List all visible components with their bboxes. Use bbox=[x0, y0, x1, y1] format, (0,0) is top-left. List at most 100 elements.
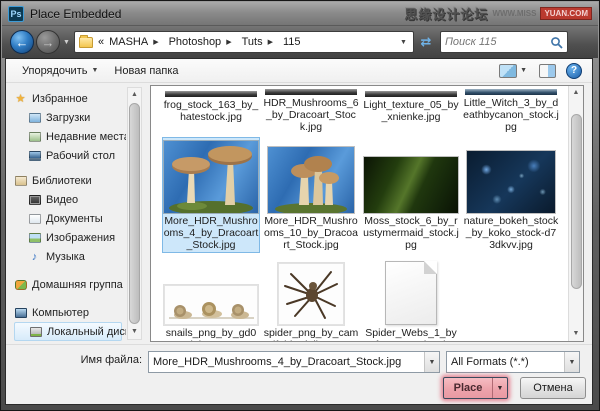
format-dropdown-icon[interactable]: ▼ bbox=[564, 352, 579, 372]
file-name: frog_stock_163_by_hatestock.jpg bbox=[163, 99, 259, 123]
preview-pane-icon[interactable] bbox=[539, 64, 556, 78]
thumbnail-cutoff bbox=[165, 91, 257, 97]
recent-pages-dropdown[interactable]: ▼ bbox=[63, 39, 70, 46]
file-item-spider[interactable]: spider_png_by_camelfobia-d5ilc3s.png bbox=[263, 258, 359, 342]
sidebar-item-music[interactable]: ♪ Музыка bbox=[14, 247, 126, 266]
sidebar-item-homegroup[interactable]: Домашняя группа bbox=[14, 275, 126, 294]
document-icon bbox=[385, 261, 437, 325]
breadcrumb-overflow[interactable]: « bbox=[98, 36, 104, 48]
sidebar-item-local-disk[interactable]: Локальный диск bbox=[14, 322, 122, 341]
sidebar-label: Загрузки bbox=[46, 112, 90, 124]
change-view-button[interactable]: ▼ bbox=[497, 62, 529, 80]
scroll-up-icon[interactable]: ▲ bbox=[131, 88, 138, 102]
cancel-button[interactable]: Отмена bbox=[520, 377, 586, 399]
place-embedded-dialog: Ps Place Embedded 思缘设计论坛 WWW.MISS YUAN.C… bbox=[0, 0, 600, 411]
search-box[interactable] bbox=[440, 31, 568, 53]
scrollbar-thumb[interactable] bbox=[571, 114, 582, 289]
file-list-scrollbar[interactable]: ▲ ▼ bbox=[568, 86, 583, 341]
moss-thumbnail bbox=[364, 157, 458, 213]
thumbnail-cutoff bbox=[465, 89, 557, 95]
search-input[interactable] bbox=[445, 36, 550, 48]
place-dropdown-icon[interactable]: ▼ bbox=[492, 378, 507, 398]
filename-dropdown-icon[interactable]: ▼ bbox=[424, 352, 439, 372]
watermark-cn-text: 思缘设计论坛 bbox=[404, 4, 488, 23]
watermark-url-red: YUAN.COM bbox=[540, 7, 592, 20]
file-item-moss[interactable]: Moss_stock_6_by_rustymermaid_stock.jpg bbox=[363, 138, 459, 252]
format-combobox[interactable]: All Formats (*.*) ▼ bbox=[446, 351, 580, 373]
back-button[interactable]: ← bbox=[10, 30, 34, 54]
mushrooms-thumbnail bbox=[164, 141, 258, 213]
filename-input[interactable] bbox=[149, 356, 424, 368]
sidebar-item-recent-places[interactable]: Недавние места bbox=[14, 127, 126, 146]
file-name: HDR_Mushrooms_6_by_Dracoart_Stock.jpg bbox=[263, 97, 359, 133]
file-item-snails[interactable]: snails_png_by_gd08-d3ioxq6.png bbox=[163, 258, 259, 342]
views-icon bbox=[499, 64, 517, 78]
breadcrumb-masha[interactable]: MASHA bbox=[109, 36, 148, 48]
scroll-up-icon[interactable]: ▲ bbox=[573, 86, 580, 100]
scroll-down-icon[interactable]: ▼ bbox=[131, 325, 138, 339]
dialog-content: Упорядочить ▼ Новая папка ▼ ? ★ Избранно… bbox=[5, 58, 593, 405]
recent-places-icon bbox=[29, 132, 41, 142]
star-icon: ★ bbox=[14, 92, 27, 105]
photoshop-app-icon: Ps bbox=[8, 6, 24, 22]
sidebar-item-libraries[interactable]: Библиотеки bbox=[14, 171, 126, 190]
sidebar-label: Изображения bbox=[46, 232, 115, 244]
file-name: Moss_stock_6_by_rustymermaid_stock.jpg bbox=[363, 215, 459, 251]
filename-label: Имя файла: bbox=[6, 354, 142, 366]
sidebar-label: Локальный диск bbox=[47, 326, 126, 338]
music-icon: ♪ bbox=[28, 250, 41, 263]
place-button[interactable]: Place bbox=[444, 378, 492, 398]
breadcrumb-photoshop[interactable]: Photoshop bbox=[169, 36, 222, 48]
views-caret-icon: ▼ bbox=[520, 67, 527, 74]
file-list: frog_stock_163_by_hatestock.jpg HDR_Mush… bbox=[150, 85, 584, 342]
sidebar-item-computer[interactable]: Компьютер bbox=[14, 303, 126, 322]
dialog-footer: Имя файла: ▼ All Formats (*.*) ▼ Place ▼… bbox=[6, 344, 592, 404]
disk-icon bbox=[30, 327, 42, 337]
sidebar-item-video[interactable]: Видео bbox=[14, 190, 126, 209]
sidebar-scrollbar[interactable]: ▲ ▼ bbox=[127, 87, 142, 340]
sidebar-item-downloads[interactable]: Загрузки bbox=[14, 108, 126, 127]
sidebar-item-desktop[interactable]: Рабочий стол bbox=[14, 146, 126, 165]
help-icon[interactable]: ? bbox=[566, 63, 582, 79]
breadcrumb-separator-icon: ▶ bbox=[226, 38, 231, 46]
scroll-down-icon[interactable]: ▼ bbox=[573, 327, 580, 341]
file-item-spider-webs-abr[interactable]: Spider_Webs_1_by_frozenstocks.abr bbox=[363, 258, 459, 342]
format-value: All Formats (*.*) bbox=[447, 356, 564, 368]
sidebar-item-documents[interactable]: Документы bbox=[14, 209, 126, 228]
address-dropdown-icon[interactable]: ▼ bbox=[398, 39, 409, 46]
scrollbar-thumb[interactable] bbox=[129, 103, 140, 324]
file-item-little-witch[interactable]: Little_Witch_3_by_deathbycanon_stock.jpg bbox=[463, 88, 559, 132]
sidebar-label: Домашняя группа bbox=[32, 279, 123, 291]
sidebar-item-pictures[interactable]: Изображения bbox=[14, 228, 126, 247]
refresh-button[interactable]: ⇄ bbox=[416, 31, 436, 53]
breadcrumb-115[interactable]: 115 bbox=[283, 36, 301, 48]
desktop-icon bbox=[29, 151, 41, 161]
thumbnail-cutoff bbox=[365, 91, 457, 97]
new-folder-button[interactable]: Новая папка bbox=[106, 62, 186, 80]
file-name: Spider_Webs_1_by_frozenstocks.abr bbox=[363, 327, 459, 342]
organize-button[interactable]: Упорядочить ▼ bbox=[14, 62, 106, 80]
breadcrumb-separator-icon: ▶ bbox=[153, 38, 158, 46]
breadcrumb-separator-icon: ▶ bbox=[268, 38, 273, 46]
place-split-button[interactable]: Place ▼ bbox=[443, 377, 508, 399]
file-item-hdr-mushrooms-6[interactable]: HDR_Mushrooms_6_by_Dracoart_Stock.jpg bbox=[263, 88, 359, 132]
libraries-icon bbox=[15, 176, 27, 186]
forward-arrow-icon: → bbox=[42, 35, 55, 50]
file-item-frog[interactable]: frog_stock_163_by_hatestock.jpg bbox=[163, 88, 259, 132]
sidebar-item-favorites[interactable]: ★ Избранное bbox=[14, 89, 126, 108]
spider-thumbnail bbox=[278, 263, 344, 325]
file-name: snails_png_by_gd08-d3ioxq6.png bbox=[163, 327, 259, 342]
file-item-bokeh[interactable]: nature_bokeh_stock_by_koko_stock-d73dkvv… bbox=[463, 138, 559, 252]
organize-caret-icon: ▼ bbox=[91, 67, 98, 74]
filename-combobox[interactable]: ▼ bbox=[148, 351, 440, 373]
pictures-icon bbox=[29, 233, 41, 243]
forward-button[interactable]: → bbox=[36, 30, 60, 54]
breadcrumb-tuts[interactable]: Tuts bbox=[242, 36, 263, 48]
watermark-url-text: WWW.MISS bbox=[492, 9, 536, 18]
file-item-mushrooms-4-selected[interactable]: More_HDR_Mushrooms_4_by_Dracoart_Stock.j… bbox=[163, 138, 259, 252]
address-bar[interactable]: « MASHA ▶ Photoshop ▶ Tuts ▶ 115 ▼ bbox=[74, 31, 414, 53]
file-item-light-texture[interactable]: Light_texture_05_by_xnienke.jpg bbox=[363, 88, 459, 132]
file-name: Little_Witch_3_by_deathbycanon_stock.jpg bbox=[463, 97, 559, 133]
file-name: More_HDR_Mushrooms_4_by_Dracoart_Stock.j… bbox=[163, 215, 259, 251]
file-item-mushrooms-10[interactable]: More_HDR_Mushrooms_10_by_Dracoart_Stock.… bbox=[263, 138, 359, 252]
